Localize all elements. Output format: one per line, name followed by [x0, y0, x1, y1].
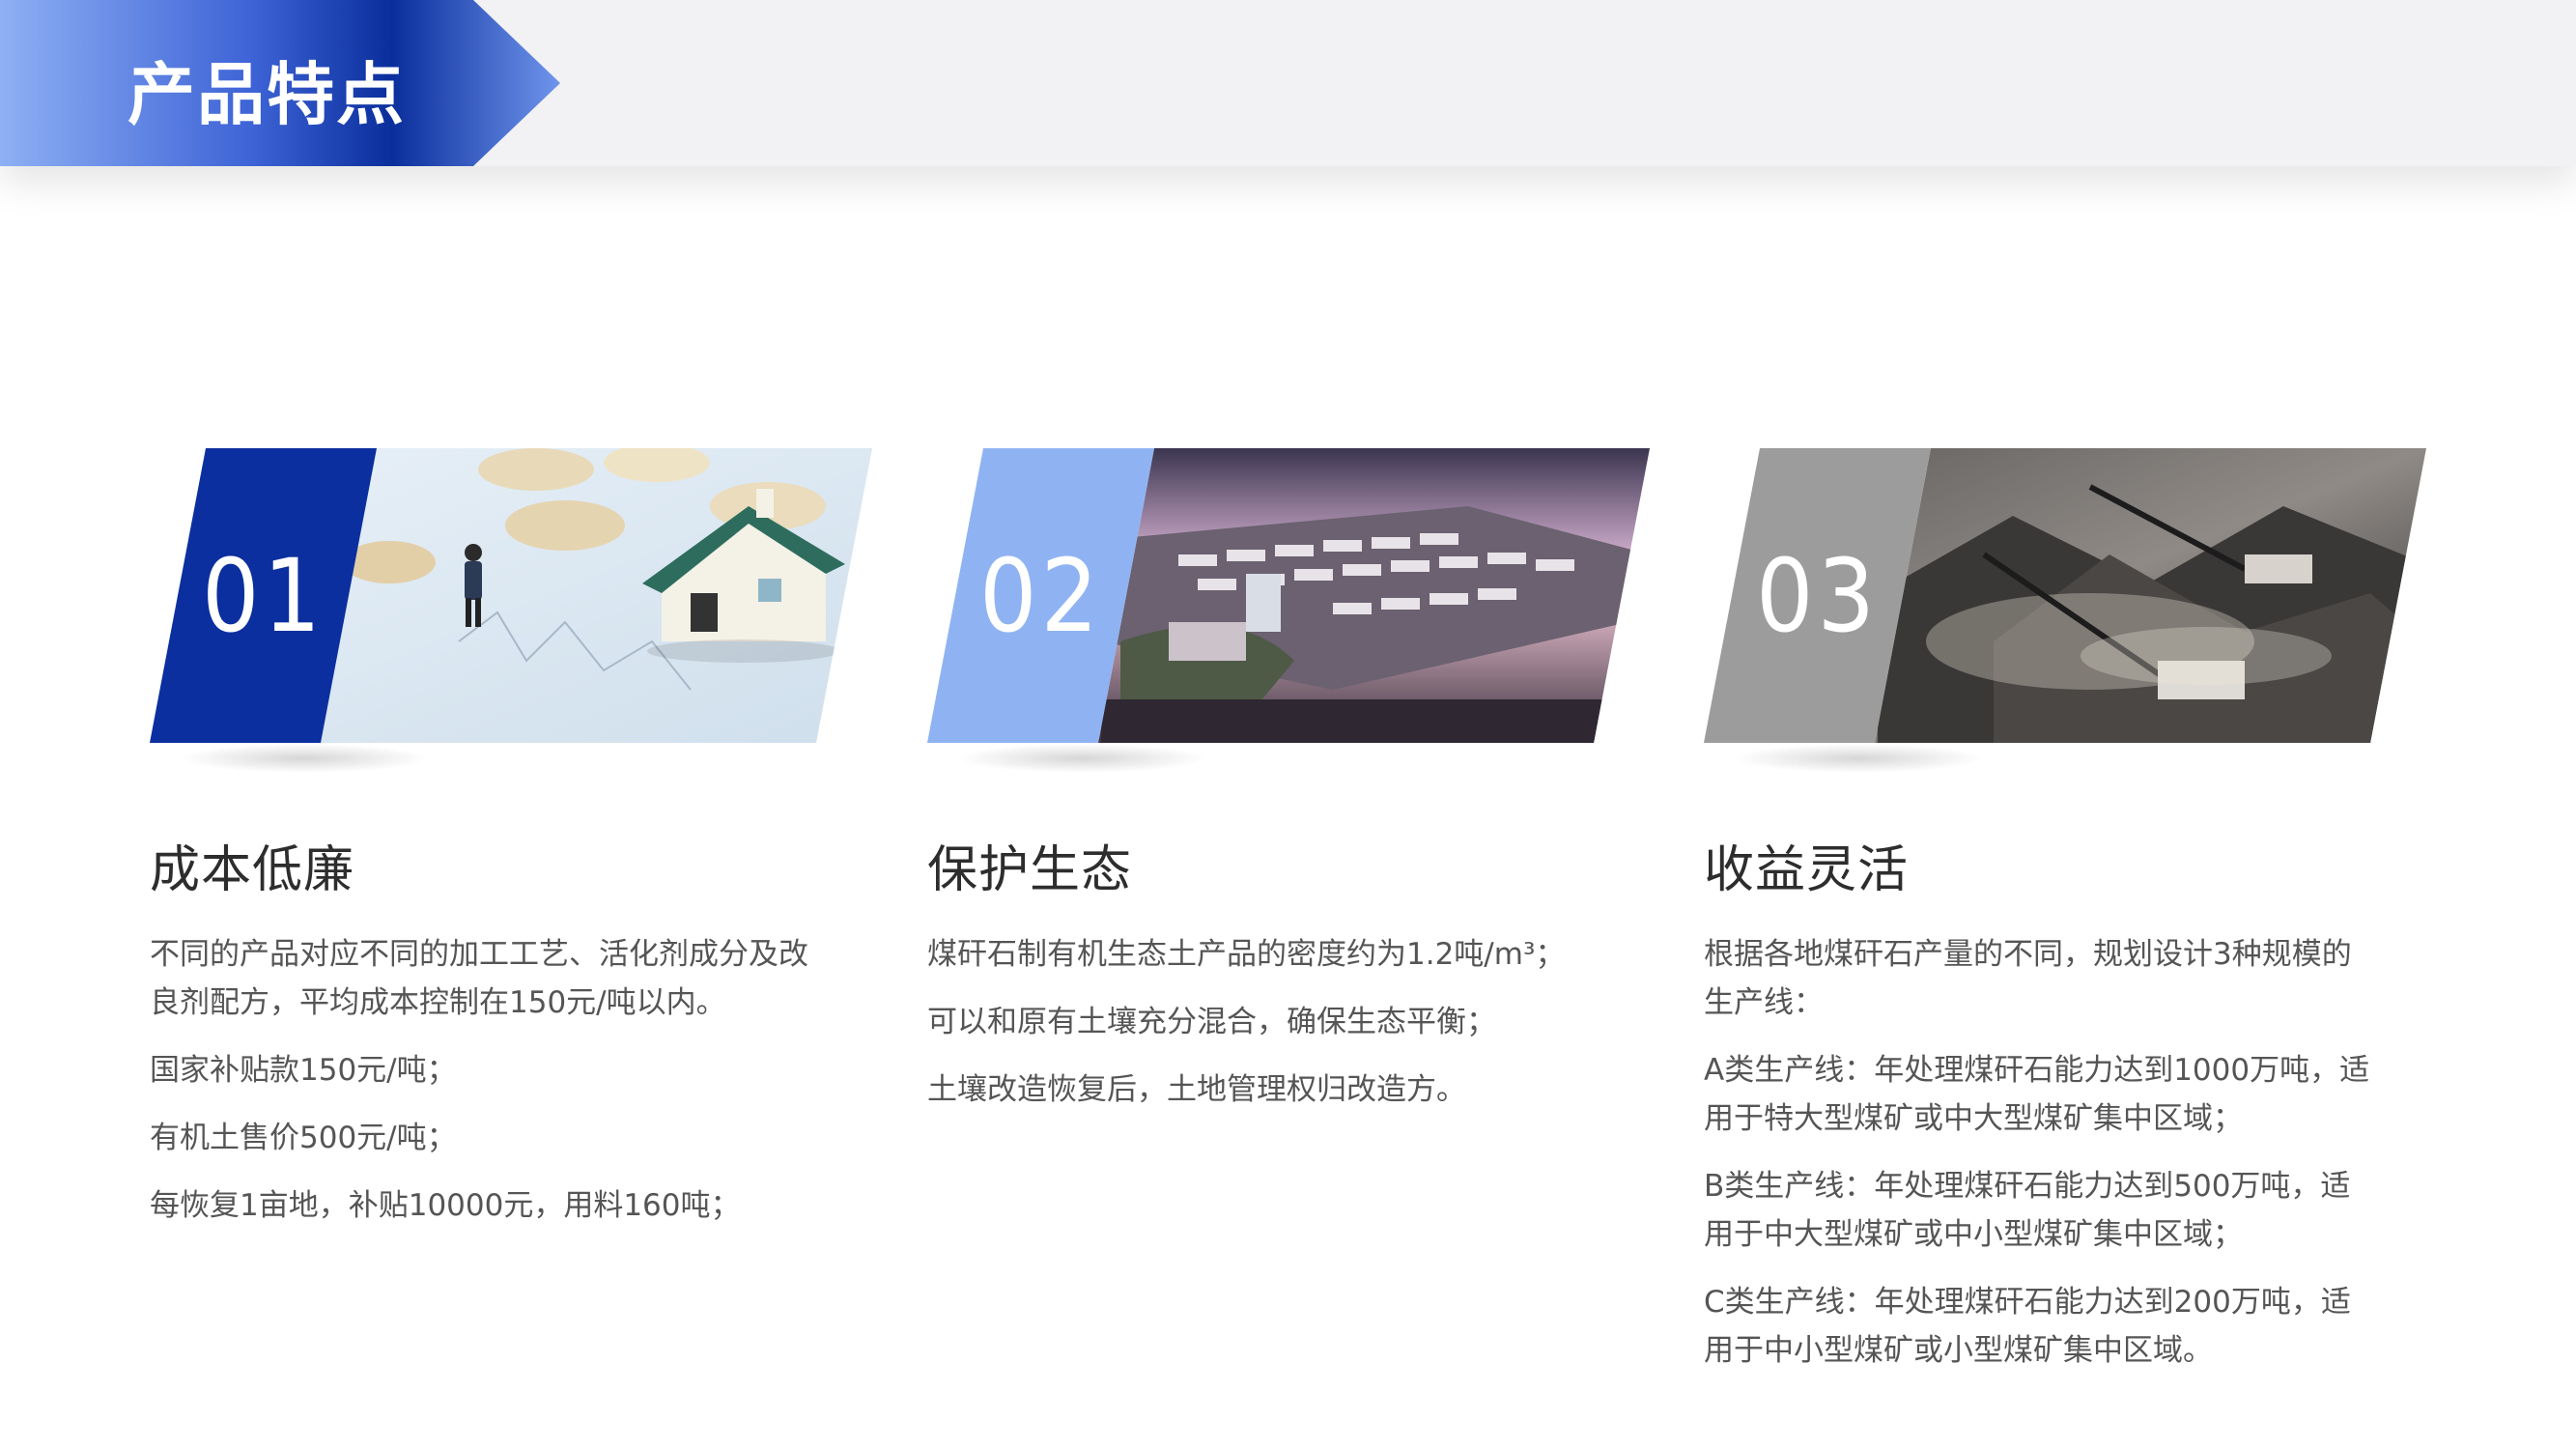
- feature-paragraph: 不同的产品对应不同的加工工艺、活化剂成分及改良剂配方，平均成本控制在150元/吨…: [150, 937, 808, 1020]
- card-image-1: 01: [150, 448, 872, 743]
- page-title: 产品特点: [127, 55, 406, 134]
- feature-column-1: 成本低廉 不同的产品对应不同的加工工艺、活化剂成分及改良剂配方，平均成本控制在1…: [150, 829, 826, 1249]
- feature-paragraph: 有机土售价500元/吨；: [150, 1121, 457, 1155]
- card-image-3: 03: [1704, 448, 2426, 743]
- card-shadow-1: [179, 744, 430, 773]
- feature-column-3: 收益灵活 根据各地煤矸石产量的不同，规划设计3种规模的生产线： A类生产线：年处…: [1704, 829, 2380, 1394]
- feature-paragraph: 国家补贴款150元/吨；: [150, 1053, 457, 1088]
- feature-paragraph: 煤矸石制有机生态土产品的密度约为1.2吨/m³；: [927, 937, 1566, 972]
- feature-heading-1: 成本低廉: [150, 841, 355, 899]
- feature-paragraph: B类生产线：年处理煤矸石能力达到500万吨，适用于中大型煤矿或中小型煤矿集中区域…: [1704, 1169, 2351, 1252]
- feature-paragraph: C类生产线：年处理煤矸石能力达到200万吨，适用于中小型煤矿或小型煤矿集中区域。: [1704, 1285, 2351, 1368]
- card-number-1: 01: [201, 536, 326, 655]
- card-image-2: 02: [927, 448, 1650, 743]
- card-shadow-2: [956, 744, 1207, 773]
- card-number-2: 02: [978, 536, 1103, 655]
- feature-paragraph: 土壤改造恢复后，土地管理权归改造方。: [927, 1072, 1466, 1107]
- feature-paragraph: 根据各地煤矸石产量的不同，规划设计3种规模的生产线：: [1704, 937, 2352, 1020]
- feature-paragraph: A类生产线：年处理煤矸石能力达到1000万吨，适用于特大型煤矿或中大型煤矿集中区…: [1704, 1053, 2370, 1136]
- feature-column-2: 保护生态 煤矸石制有机生态土产品的密度约为1.2吨/m³； 可以和原有土壤充分混…: [927, 829, 1603, 1133]
- card-shadow-3: [1733, 744, 1984, 773]
- feature-paragraph: 可以和原有土壤充分混合，确保生态平衡；: [927, 1005, 1496, 1039]
- feature-heading-2: 保护生态: [927, 841, 1133, 899]
- card-number-3: 03: [1755, 536, 1880, 655]
- feature-paragraph: 每恢复1亩地，补贴10000元，用料160吨；: [150, 1188, 741, 1223]
- feature-heading-3: 收益灵活: [1704, 841, 1910, 899]
